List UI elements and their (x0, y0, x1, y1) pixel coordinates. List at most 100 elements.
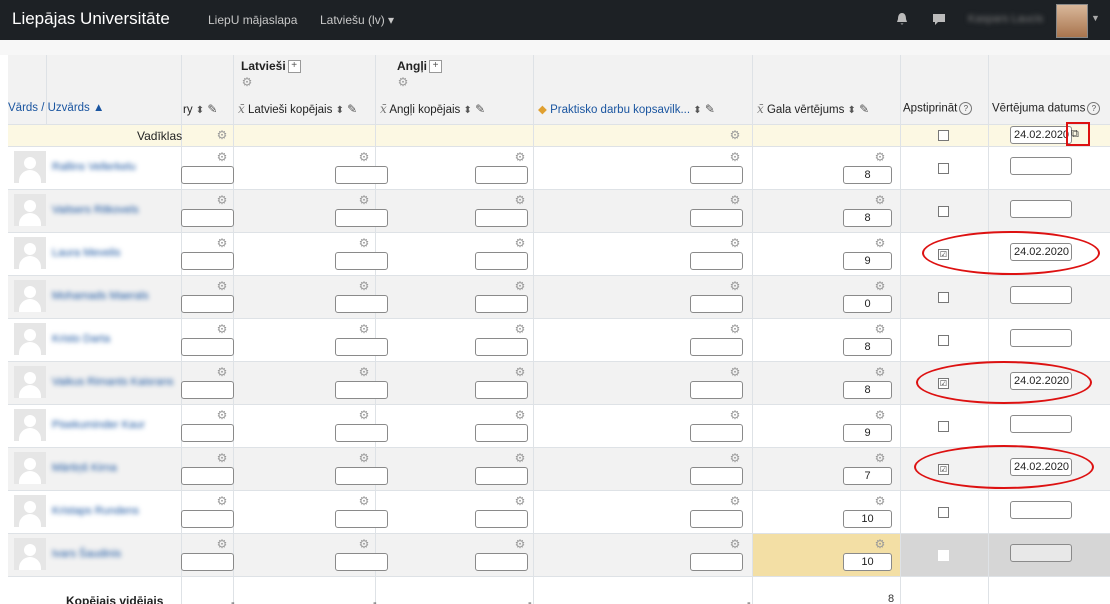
grade-input[interactable] (690, 252, 743, 270)
user-avatar-placeholder[interactable] (14, 194, 46, 226)
grade-input[interactable] (690, 510, 743, 528)
grade-input[interactable] (335, 467, 388, 485)
grade-date-input[interactable] (1010, 157, 1072, 175)
final-grade-input[interactable]: 8 (843, 338, 892, 356)
approve-checkbox[interactable] (938, 550, 949, 561)
chat-icon[interactable] (932, 12, 946, 26)
user-avatar-placeholder[interactable] (14, 538, 46, 570)
grade-input[interactable] (181, 338, 234, 356)
grade-input[interactable] (181, 424, 234, 442)
gear-icon[interactable]: ⚙ (514, 237, 526, 249)
gear-icon[interactable]: ⚙ (216, 538, 228, 550)
gear-icon[interactable]: ⚙ (216, 280, 228, 292)
gear-icon[interactable]: ⚙ (729, 366, 741, 378)
expand-category-icon[interactable]: + (287, 60, 301, 74)
grade-input[interactable] (335, 553, 388, 571)
gear-icon[interactable]: ⚙ (729, 129, 741, 141)
grade-date-input[interactable] (1010, 286, 1072, 304)
user-avatar-placeholder[interactable] (14, 409, 46, 441)
grade-input[interactable] (181, 510, 234, 528)
gear-icon[interactable]: ⚙ (729, 409, 741, 421)
language-menu[interactable]: Latviešu (lv) ▾ (320, 13, 394, 27)
edit-pencil-icon[interactable]: ✎ (859, 102, 869, 116)
user-avatar[interactable] (1056, 4, 1088, 38)
grade-input[interactable] (690, 209, 743, 227)
gear-icon[interactable]: ⚙ (729, 280, 741, 292)
grade-input[interactable] (475, 553, 528, 571)
gear-icon[interactable]: ⚙ (514, 409, 526, 421)
grade-input[interactable] (181, 209, 234, 227)
column-name-header[interactable]: Vārds / Uzvārds ▲ (8, 102, 104, 114)
gear-icon[interactable]: ⚙ (358, 366, 370, 378)
grade-date-input[interactable] (1010, 501, 1072, 519)
gear-icon[interactable]: ⚙ (874, 366, 886, 378)
user-avatar-placeholder[interactable] (14, 452, 46, 484)
gear-icon[interactable]: ⚙ (216, 495, 228, 507)
gear-icon[interactable]: ⚙ (216, 237, 228, 249)
user-avatar-placeholder[interactable] (14, 280, 46, 312)
gear-icon[interactable]: ⚙ (514, 194, 526, 206)
gear-icon[interactable]: ⚙ (397, 76, 409, 88)
approve-checkbox[interactable] (938, 206, 949, 217)
grade-input[interactable] (181, 295, 234, 313)
gear-icon[interactable]: ⚙ (216, 366, 228, 378)
approve-all-checkbox[interactable] (938, 130, 949, 141)
gear-icon[interactable]: ⚙ (514, 280, 526, 292)
grade-input[interactable] (690, 338, 743, 356)
grade-input[interactable] (335, 381, 388, 399)
edit-pencil-icon[interactable]: ✎ (207, 102, 217, 116)
grade-input[interactable] (690, 295, 743, 313)
grade-input[interactable] (475, 510, 528, 528)
approve-checkbox[interactable] (938, 335, 949, 346)
gear-icon[interactable]: ⚙ (358, 194, 370, 206)
gear-icon[interactable]: ⚙ (358, 280, 370, 292)
gear-icon[interactable]: ⚙ (241, 76, 253, 88)
edit-pencil-icon[interactable]: ✎ (705, 102, 715, 116)
grade-input[interactable] (181, 166, 234, 184)
grade-input[interactable] (335, 338, 388, 356)
nav-link-homepage[interactable]: LiepU mājaslapa (208, 13, 297, 27)
grade-date-input[interactable] (1010, 200, 1072, 218)
user-avatar-placeholder[interactable] (14, 323, 46, 355)
student-name-link[interactable]: Vaikus Rimants Kaisrans (52, 376, 173, 388)
gear-icon[interactable]: ⚙ (216, 129, 228, 141)
approve-checkbox[interactable] (938, 292, 949, 303)
gear-icon[interactable]: ⚙ (216, 151, 228, 163)
grade-input[interactable] (181, 381, 234, 399)
grade-input[interactable] (335, 252, 388, 270)
gear-icon[interactable]: ⚙ (874, 538, 886, 550)
final-grade-input[interactable]: 9 (843, 424, 892, 442)
final-grade-input[interactable]: 10 (843, 553, 892, 571)
grade-input[interactable] (181, 467, 234, 485)
grade-input[interactable] (335, 295, 388, 313)
final-grade-input[interactable]: 8 (843, 209, 892, 227)
grade-input[interactable] (690, 381, 743, 399)
column-practical-header[interactable]: ◆ Praktisko darbu kopsavilk... ⬍ ✎ (538, 102, 715, 116)
help-icon[interactable]: ? (1087, 102, 1101, 115)
grade-input[interactable] (475, 424, 528, 442)
sort-icon[interactable]: ⬍ (693, 105, 701, 116)
student-name-link[interactable]: Kristo Darta (52, 333, 110, 345)
student-name-link[interactable]: Rallins Vellerkelu (52, 161, 136, 173)
gear-icon[interactable]: ⚙ (729, 495, 741, 507)
grade-input[interactable] (475, 295, 528, 313)
grade-date-input[interactable] (1010, 415, 1072, 433)
sort-icon[interactable]: ⬍ (196, 105, 204, 116)
final-grade-input[interactable]: 0 (843, 295, 892, 313)
grade-input[interactable] (475, 467, 528, 485)
grade-input[interactable] (335, 424, 388, 442)
grade-input[interactable] (690, 553, 743, 571)
controls-date-input[interactable]: 24.02.2020 (1010, 126, 1072, 144)
grade-input[interactable] (475, 166, 528, 184)
grade-date-input[interactable] (1010, 329, 1072, 347)
final-grade-input[interactable]: 9 (843, 252, 892, 270)
grade-input[interactable] (475, 338, 528, 356)
gear-icon[interactable]: ⚙ (729, 151, 741, 163)
gear-icon[interactable]: ⚙ (216, 323, 228, 335)
gear-icon[interactable]: ⚙ (358, 452, 370, 464)
gear-icon[interactable]: ⚙ (358, 538, 370, 550)
sort-icon[interactable]: ⬍ (464, 105, 472, 116)
gear-icon[interactable]: ⚙ (874, 409, 886, 421)
gear-icon[interactable]: ⚙ (216, 452, 228, 464)
final-grade-input[interactable]: 8 (843, 166, 892, 184)
